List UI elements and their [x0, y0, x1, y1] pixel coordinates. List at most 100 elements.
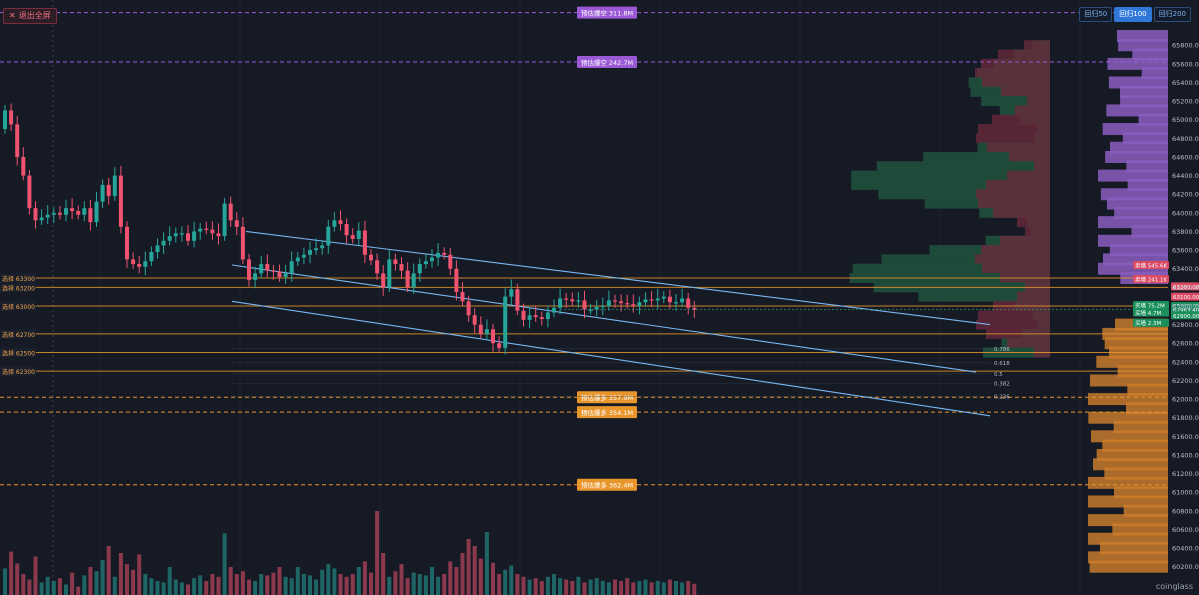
- price-tick-label: 62000.00: [1172, 396, 1199, 404]
- order-wall-tag: 买墙 2.3M: [1135, 319, 1161, 327]
- support-label: 选择 62500: [2, 350, 35, 358]
- price-tick-label: 63200.00: [1172, 284, 1199, 292]
- candle-body: [350, 235, 355, 239]
- candle-body: [9, 110, 14, 125]
- volume-bar: [478, 558, 483, 595]
- candle-body: [552, 307, 556, 313]
- candle-body: [94, 201, 99, 223]
- candle-body: [484, 329, 489, 334]
- volume-bar: [265, 575, 270, 595]
- volume-bar: [521, 576, 526, 595]
- ask-depth-bar: [1017, 217, 1050, 228]
- volume-bar: [686, 581, 691, 595]
- candle-body: [478, 324, 483, 334]
- candlestick-chart[interactable]: 选择 63300选择 63200 选择 63000 选择 62700 选择 62500…: [0, 0, 1199, 595]
- price-tick-label: 64800.00: [1172, 135, 1199, 143]
- candle-body: [356, 230, 361, 239]
- volume-bar: [57, 578, 62, 595]
- candle-body: [600, 305, 605, 308]
- volume-bar: [21, 574, 26, 595]
- volume-bar: [631, 582, 636, 595]
- candle-body: [674, 302, 678, 304]
- candle-body: [521, 310, 526, 320]
- volume-bar: [570, 581, 575, 595]
- candle-body: [27, 175, 32, 209]
- volume-bar: [417, 574, 422, 595]
- volume-bar: [442, 574, 447, 595]
- candle-body: [320, 245, 325, 249]
- regression-range-toolbar: 回归50 回归100 回归200: [1079, 7, 1191, 22]
- price-tick-label: 63400.00: [1172, 265, 1199, 273]
- candle-body: [15, 124, 20, 157]
- order-wall-tag: 买墙 75.2M: [1135, 302, 1165, 310]
- candle-body: [173, 233, 178, 237]
- price-tick-label: 65800.00: [1172, 42, 1199, 50]
- volume-bar: [173, 579, 178, 595]
- volume-bar: [289, 578, 294, 595]
- candle-body: [198, 228, 203, 232]
- volume-bar: [27, 579, 32, 595]
- candle-body: [454, 268, 459, 292]
- candle-body: [192, 231, 197, 241]
- volume-bar: [155, 581, 160, 595]
- volume-bar: [637, 581, 642, 595]
- volume-bar: [137, 554, 142, 595]
- candle-body: [497, 343, 502, 348]
- candle-body: [277, 271, 282, 278]
- candle-body: [167, 236, 172, 241]
- volume-bar: [527, 579, 532, 595]
- candle-body: [64, 208, 68, 215]
- price-tick-label: 64000.00: [1172, 209, 1199, 217]
- volume-bar: [45, 576, 50, 595]
- candle-body: [515, 289, 520, 311]
- order-wall-tag: 63100.00: [1173, 295, 1199, 301]
- ask-depth-bar: [986, 179, 1050, 190]
- volume-bar: [198, 575, 203, 595]
- volume-bar: [692, 583, 697, 595]
- volume-bar: [497, 574, 502, 595]
- price-tick-label: 61000.00: [1172, 489, 1199, 497]
- candle-body: [88, 208, 93, 223]
- order-wall-tag: 62900.00: [1173, 314, 1199, 320]
- candle-body: [661, 296, 666, 299]
- order-wall-tag: 卖墙 545.6K: [1135, 261, 1167, 269]
- range-button-200[interactable]: 回归200: [1153, 7, 1191, 22]
- candle-body: [118, 175, 123, 227]
- ask-depth-bar: [993, 207, 1050, 218]
- ask-depth-bar: [981, 245, 1050, 256]
- candle-body: [582, 300, 587, 310]
- volume-bar: [655, 581, 660, 595]
- volume-bar: [680, 582, 685, 595]
- fib-label: 0.786: [994, 347, 1010, 353]
- candle-body: [289, 261, 294, 274]
- candle-body: [491, 329, 495, 344]
- volume-bar: [515, 574, 520, 595]
- volume-bar: [539, 581, 544, 595]
- candle-body: [625, 303, 630, 305]
- exit-fullscreen-button[interactable]: ✕ 退出全屏: [3, 8, 57, 24]
- candle-body: [314, 248, 319, 251]
- candle-body: [655, 298, 660, 301]
- volume-bar: [399, 564, 404, 595]
- volume-bar: [588, 579, 593, 595]
- volume-bar: [576, 576, 581, 595]
- volume-bar: [503, 569, 508, 595]
- volume-bar: [661, 582, 666, 595]
- candle-body: [576, 300, 581, 302]
- range-button-100[interactable]: 回归100: [1114, 7, 1152, 22]
- liquidation-tag: 预估爆多 362.4M: [581, 481, 633, 490]
- liquidation-tag: 预估爆多 357.9M: [581, 393, 633, 402]
- range-button-50[interactable]: 回归50: [1079, 7, 1113, 22]
- volume-bar: [216, 576, 221, 595]
- order-wall-tag: 卖墙 241.1K: [1135, 275, 1167, 283]
- candle-body: [680, 298, 685, 303]
- candle-body: [460, 292, 465, 302]
- candle-body: [326, 226, 331, 246]
- candle-body: [375, 260, 380, 274]
- volume-bar: [82, 575, 87, 595]
- candle-body: [539, 317, 544, 320]
- candle-body: [545, 312, 550, 320]
- volume-bar: [222, 533, 227, 595]
- candle-body: [186, 233, 190, 241]
- ask-depth-bar: [975, 68, 1050, 79]
